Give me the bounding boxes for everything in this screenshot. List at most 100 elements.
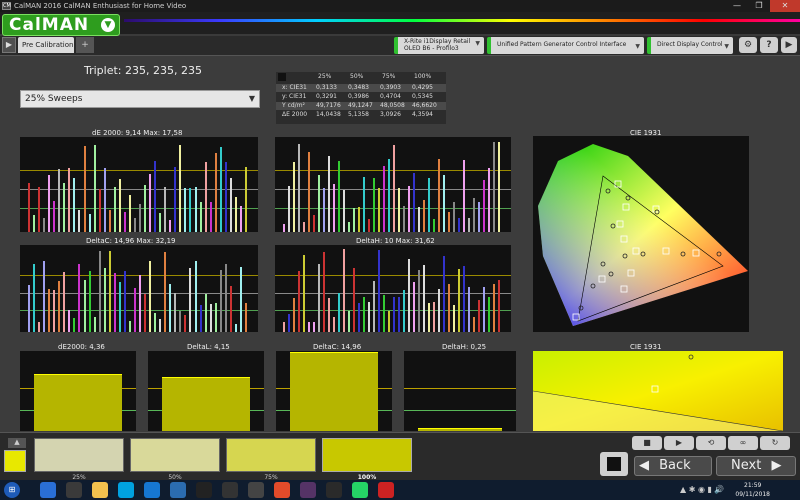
chart-bar: [353, 208, 355, 232]
chart-bar: [159, 213, 161, 232]
cie-zoom-svg: [532, 351, 784, 432]
chevron-down-icon[interactable]: ▼: [101, 18, 115, 32]
chart-bar: [235, 324, 237, 332]
sweep-select[interactable]: 25% Sweeps ▼: [20, 90, 260, 108]
next-button[interactable]: Next ▶: [716, 456, 796, 476]
chart-bar: [245, 303, 247, 332]
row-label: x: CIE31: [282, 84, 307, 91]
taskbar-app-icon[interactable]: [248, 482, 264, 498]
meter-selector[interactable]: X-Rite i1Display Retail OLED B6 - Profil…: [394, 37, 484, 54]
refresh-icon[interactable]: ↻: [760, 436, 790, 450]
chart-bar: [134, 288, 136, 332]
swatch-tab[interactable]: ▲: [8, 438, 26, 448]
title-bar: CM CalMAN 2016 CalMAN Enthusiast for Hom…: [0, 0, 800, 12]
de2000-summary-title: dE2000: 4,36: [58, 343, 105, 351]
chart-bar: [348, 311, 350, 332]
chart-bar: [488, 168, 490, 232]
taskbar-app-icon[interactable]: [196, 482, 212, 498]
chart-bar: [438, 159, 440, 232]
deltal-summary-bar: [162, 377, 250, 431]
generator-selector[interactable]: Unified Pattern Generator Control Interf…: [487, 37, 644, 54]
stop-icon[interactable]: ■: [632, 436, 662, 450]
start-icon[interactable]: ⊞: [4, 482, 20, 498]
chart-bar: [63, 272, 65, 332]
table-cell: 49,1247: [348, 102, 373, 109]
chart-bar: [473, 198, 475, 232]
taskbar-app-icon[interactable]: [92, 482, 108, 498]
current-color-swatch: [4, 450, 26, 472]
chart-bar: [458, 218, 460, 232]
chart-bar: [358, 303, 360, 332]
table-cell: 14,0438: [316, 111, 341, 118]
deltah-summary-title: DeltaH: 0,25: [442, 343, 487, 351]
taskbar-app-icon[interactable]: [274, 482, 290, 498]
row-label: y: CIE31: [282, 93, 307, 100]
calman-logo-button[interactable]: CalMAN ▼: [2, 14, 120, 36]
step-100[interactable]: 100%: [322, 438, 412, 481]
help-icon[interactable]: ?: [760, 37, 778, 53]
step-50[interactable]: 50%: [130, 438, 220, 481]
table-row: x: CIE31 0,3133 0,3483 0,3903 0,4295: [276, 84, 446, 92]
cie-zoom-title: CIE 1931: [630, 343, 662, 351]
chart-bar: [159, 319, 161, 332]
chart-bar: [225, 264, 227, 332]
gear-icon[interactable]: ⚙: [739, 37, 757, 53]
chart-bar: [94, 145, 96, 232]
taskbar-app-icon[interactable]: [352, 482, 368, 498]
play-icon[interactable]: ▶: [2, 37, 16, 53]
tab-pre-calibration[interactable]: Pre Calibration: [18, 37, 74, 53]
stop-button[interactable]: [600, 452, 628, 476]
threshold-line: [20, 170, 258, 171]
step-25[interactable]: 25%: [34, 438, 124, 481]
table-corner: [278, 73, 286, 81]
chart-bar: [443, 256, 445, 332]
table-header: 100%: [414, 73, 432, 80]
chart-bar: [333, 317, 335, 332]
add-tab-button[interactable]: +: [76, 37, 94, 53]
taskbar-app-icon[interactable]: [222, 482, 238, 498]
chart-bar: [84, 146, 86, 232]
chart-bar: [89, 271, 91, 332]
expand-icon[interactable]: ▶: [781, 37, 797, 53]
chevron-down-icon: ▼: [724, 43, 729, 50]
loop-icon[interactable]: ∞: [728, 436, 758, 450]
chart-bar: [413, 282, 415, 332]
chart-bar: [68, 310, 70, 332]
chart-bar: [230, 286, 232, 332]
play-icon[interactable]: ▶: [664, 436, 694, 450]
step-50-fill: [131, 439, 219, 471]
chart-bar: [413, 173, 415, 232]
cie-gamut-svg: [538, 144, 748, 326]
de2000-chart-title: dE 2000: 9,14 Max: 17,58: [92, 129, 183, 137]
step-75[interactable]: 75%: [226, 438, 316, 481]
triplet-label: Triplet: 235, 235, 235: [84, 64, 202, 77]
chart-bar: [210, 304, 212, 332]
generator-name: Unified Pattern Generator Control Interf…: [497, 41, 627, 48]
deltac-summary-title: DeltaC: 14,96: [313, 343, 362, 351]
chart-bar: [338, 161, 340, 232]
taskbar-app-icon[interactable]: [118, 482, 134, 498]
chart-bar: [195, 261, 197, 332]
display-selector[interactable]: Direct Display Control ▼: [647, 37, 733, 54]
meter-profile: OLED B6 - Profilo3: [404, 45, 459, 52]
chart-bar: [134, 218, 136, 232]
chart-bar: [33, 264, 35, 332]
minimize-button[interactable]: —: [726, 0, 748, 12]
back-button[interactable]: ◀ Back: [634, 456, 712, 476]
taskbar-app-icon[interactable]: [300, 482, 316, 498]
chart-bar: [119, 179, 121, 232]
taskbar-app-icon[interactable]: [326, 482, 342, 498]
chart-bar: [73, 178, 75, 232]
taskbar-app-icon[interactable]: [40, 482, 56, 498]
taskbar-app-icon[interactable]: [378, 482, 394, 498]
maximize-button[interactable]: ❐: [748, 0, 770, 12]
taskbar-app-icon[interactable]: [144, 482, 160, 498]
repeat-icon[interactable]: ⟲: [696, 436, 726, 450]
chart-bar: [453, 202, 455, 232]
deltal-summary-title: DeltaL: 4,15: [187, 343, 230, 351]
taskbar-app-icon[interactable]: [66, 482, 82, 498]
close-button[interactable]: ✕: [770, 0, 800, 12]
taskbar-app-icon[interactable]: [170, 482, 186, 498]
rainbow-strip: [124, 19, 800, 22]
chart-bar: [448, 212, 450, 232]
